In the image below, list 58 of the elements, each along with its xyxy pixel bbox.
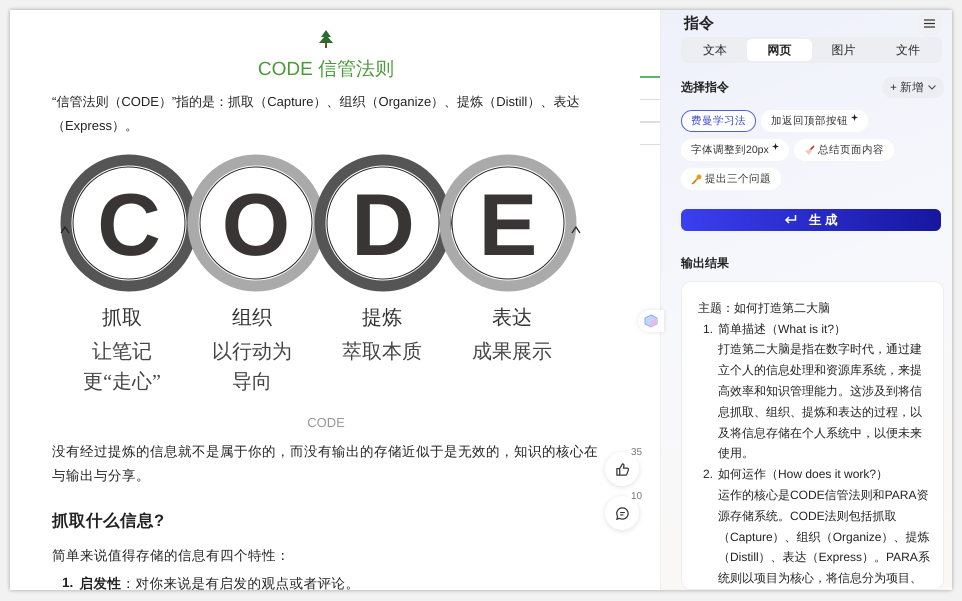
logo-letter: O xyxy=(222,175,290,274)
prompt-chip[interactable]: 字体调整到20px xyxy=(681,139,789,162)
intro-paragraph: “信管法则（CODE）”指的是：抓取（Capture）、组织（Organize）、提炼（Distill）、表达（Express）。 xyxy=(52,93,580,135)
output-topic: 主题：如何打造第二大脑 xyxy=(698,300,831,317)
outline-marker[interactable] xyxy=(640,144,660,145)
outline-marker[interactable] xyxy=(640,76,660,78)
output-item-title: 如何运作（How does it work?） xyxy=(718,466,890,484)
article-title: CODE 信管法则 xyxy=(258,58,394,82)
menu-icon xyxy=(924,19,934,28)
list-number: 1. xyxy=(62,575,74,590)
enter-icon xyxy=(784,215,797,226)
sparkle-icon xyxy=(772,143,779,150)
step-label: 提炼 xyxy=(362,306,402,331)
logo-letter: E xyxy=(478,175,538,274)
step-caption: 让笔记更“走心” xyxy=(82,340,162,395)
chevron-down-icon xyxy=(928,85,936,90)
logo-letter: D xyxy=(351,175,415,274)
thumbs-up-icon xyxy=(614,462,630,476)
tab[interactable]: 文件 xyxy=(876,39,940,62)
list-number: 2. xyxy=(703,466,714,484)
step-label: 抓取 xyxy=(102,306,142,331)
tab[interactable]: 网页 xyxy=(747,39,812,62)
output-item-title: 简单描述（What is it?） xyxy=(718,320,848,338)
prompt-chip[interactable]: 提出三个问题 xyxy=(681,168,781,190)
step-label: 表达 xyxy=(492,306,532,331)
key-icon xyxy=(691,174,702,185)
step-caption: 成果展示 xyxy=(471,340,553,365)
add-button[interactable]: + 新增 xyxy=(882,77,944,98)
comment-icon xyxy=(614,506,630,520)
floating-tool-button[interactable] xyxy=(638,310,664,332)
outline-marker[interactable] xyxy=(640,121,660,122)
section-title: 输出结果 xyxy=(681,254,730,272)
prompt-chip[interactable]: 总结页面内容 xyxy=(794,139,894,162)
sparkle-icon xyxy=(851,114,858,122)
tab[interactable]: 图片 xyxy=(812,39,876,62)
logo-letter: C xyxy=(97,175,161,274)
broom-icon xyxy=(804,144,815,156)
prompt-chip[interactable]: 费曼学习法 xyxy=(681,110,756,132)
section-title: 选择指令 xyxy=(681,79,729,96)
cube-icon xyxy=(644,314,658,328)
step-caption: 以行动为导向 xyxy=(211,340,293,395)
menu-button[interactable] xyxy=(916,10,942,37)
list-number: 1. xyxy=(703,320,714,338)
panel-title: 指令 xyxy=(684,14,714,34)
tab[interactable]: 文本 xyxy=(683,39,748,62)
list-item-text: 启发性：对你来说是有启发的观点或者评论。 xyxy=(79,575,360,590)
body-paragraph: 简单来说值得存储的信息有四个特性： xyxy=(52,547,291,565)
output-item-text: 运作的核心是CODE信管法则和PARA资源存储系统。CODE法则包括抓取（Capture）、组织（Organize）、提炼（Distill）、表达（Express）。PARA系统则以项目为核心，将信息分为项目、 xyxy=(718,487,931,588)
generate-button[interactable]: 生 成 xyxy=(681,209,941,231)
outline-marker[interactable] xyxy=(640,98,660,100)
step-label: 组织 xyxy=(232,306,272,331)
body-paragraph: 没有经过提炼的信息就不是属于你的，而没有输出的存储近似于是无效的，知识的核心在与输出与分享。 xyxy=(52,443,599,485)
step-caption: 萃取本质 xyxy=(341,340,423,365)
figure-caption: CODE xyxy=(307,415,345,430)
prompt-chip[interactable]: 加返回顶部按钮 xyxy=(761,110,868,132)
output-item-text: 打造第二大脑是指在数字时代，通过建立个人的信息处理和资源库系统，来提高效率和知识管理能力。这涉及到将信息抓取、组织、提炼和表达的过程，以及将信息存储在个人系统中，以便未来使用。 xyxy=(718,341,924,462)
section-heading: 抓取什么信息? xyxy=(52,511,166,532)
tree-icon xyxy=(317,29,335,49)
